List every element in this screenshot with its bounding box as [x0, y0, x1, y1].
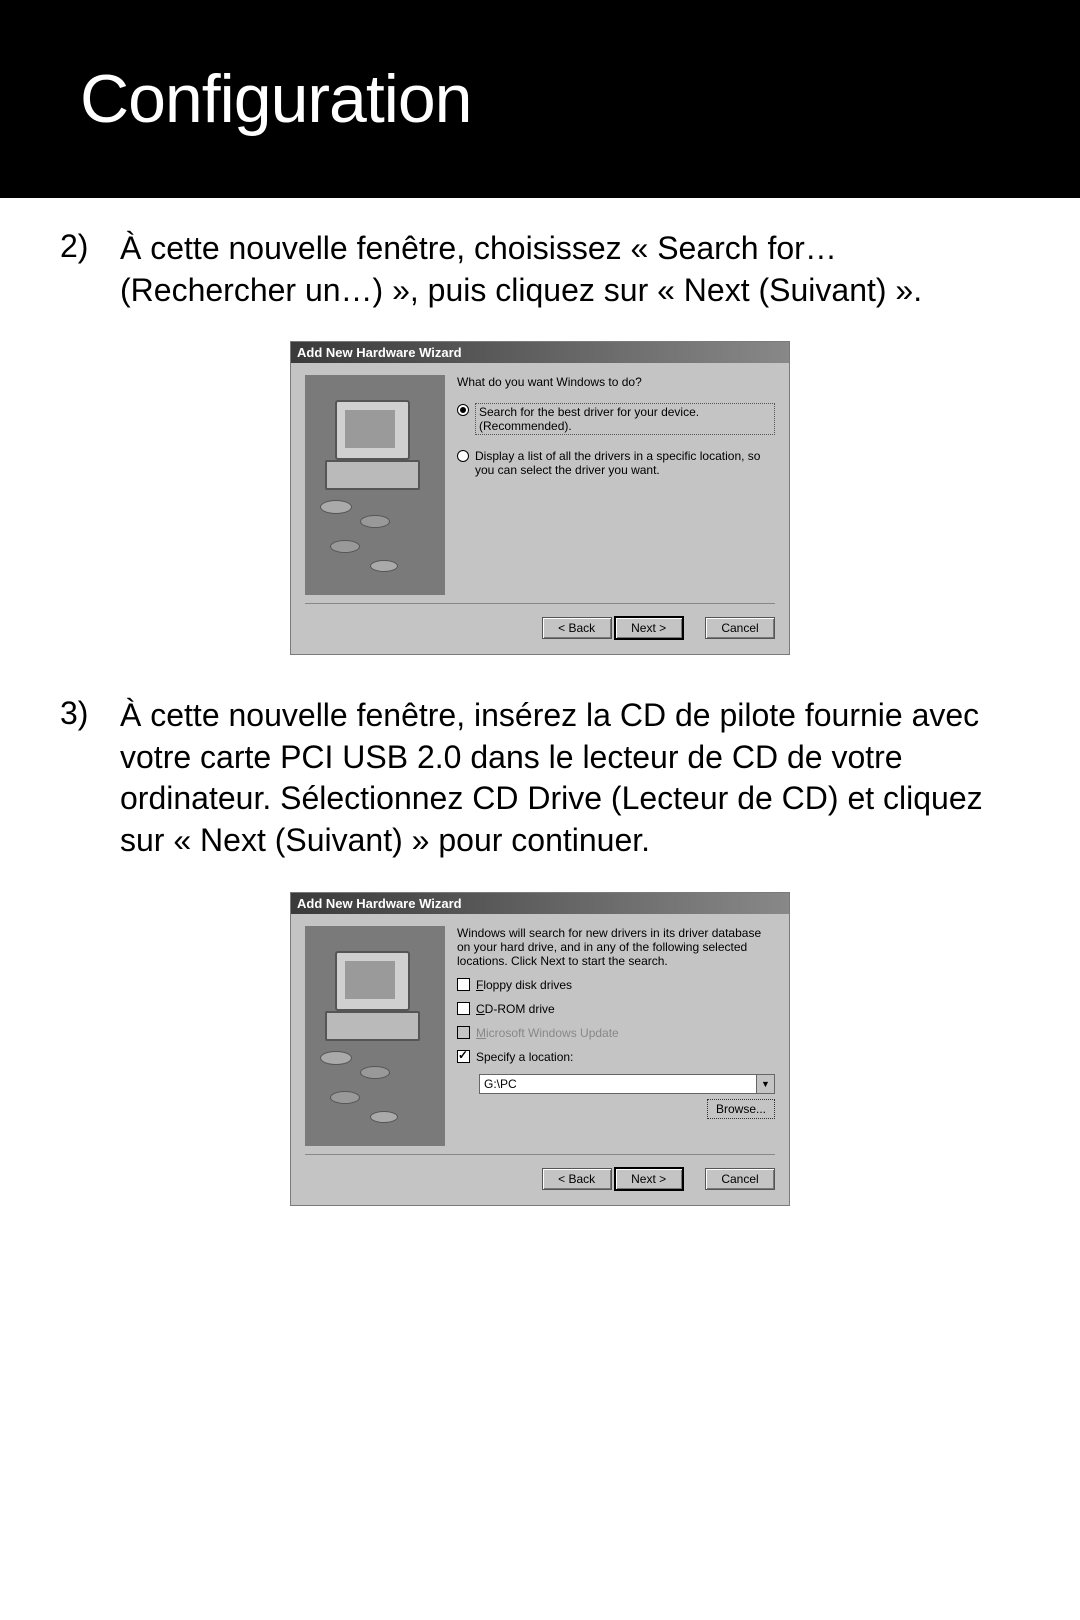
back-button[interactable]: < Back — [542, 617, 612, 639]
checkbox-icon — [457, 978, 470, 991]
checkbox-specify-location[interactable]: Specify a location: — [457, 1050, 775, 1064]
browse-button[interactable]: Browse... — [707, 1099, 775, 1119]
wizard-graphic-icon — [305, 926, 445, 1146]
step-2: 2) À cette nouvelle fenêtre, choisissez … — [60, 228, 1020, 311]
option1-label: Search for the best driver for your devi… — [475, 403, 775, 435]
step-2-text: À cette nouvelle fenêtre, choisissez « S… — [120, 228, 1020, 311]
cancel-button[interactable]: Cancel — [705, 617, 775, 639]
page-title: Configuration — [80, 60, 1080, 138]
wizard1-question: What do you want Windows to do? — [457, 375, 775, 389]
next-button[interactable]: Next > — [614, 1167, 684, 1191]
floppy-label: Floppy disk drives — [476, 978, 572, 992]
wizard-screenshot-1: Add New Hardware Wizard What do you want… — [60, 341, 1020, 655]
wizard1-titlebar: Add New Hardware Wizard — [291, 342, 789, 363]
checkbox-icon — [457, 1026, 470, 1039]
location-input[interactable]: G:\PC — [479, 1074, 757, 1094]
back-button[interactable]: < Back — [542, 1168, 612, 1190]
document-page: Configuration 2) À cette nouvelle fenêtr… — [0, 0, 1080, 1620]
checkbox-floppy[interactable]: Floppy disk drives — [457, 978, 775, 992]
step-3-text: À cette nouvelle fenêtre, insérez la CD … — [120, 695, 1020, 861]
step-3: 3) À cette nouvelle fenêtre, insérez la … — [60, 695, 1020, 861]
option2-label: Display a list of all the drivers in a s… — [475, 449, 775, 477]
wizard1-footer: < BackNext > Cancel — [291, 604, 789, 654]
wizard-screenshot-2: Add New Hardware Wizard Windows will sea… — [60, 892, 1020, 1206]
step-3-number: 3) — [60, 695, 120, 732]
wizard-graphic-icon — [305, 375, 445, 595]
page-content: 2) À cette nouvelle fenêtre, choisissez … — [0, 198, 1080, 1206]
checkbox-msupdate: Microsoft Windows Update — [457, 1026, 775, 1040]
page-header: Configuration — [0, 0, 1080, 198]
checkbox-icon — [457, 1050, 470, 1063]
dropdown-icon[interactable]: ▼ — [757, 1074, 775, 1094]
wizard2-intro: Windows will search for new drivers in i… — [457, 926, 775, 968]
option-search-best-driver[interactable]: Search for the best driver for your devi… — [457, 403, 775, 435]
cdrom-label: CD-ROM drive — [476, 1002, 555, 1016]
specify-label: Specify a location: — [476, 1050, 573, 1064]
step-2-number: 2) — [60, 228, 120, 265]
checkbox-icon — [457, 1002, 470, 1015]
next-button[interactable]: Next > — [614, 616, 684, 640]
radio-icon — [457, 404, 469, 416]
wizard2-footer: < BackNext > Cancel — [291, 1155, 789, 1205]
cancel-button[interactable]: Cancel — [705, 1168, 775, 1190]
msupdate-label: Microsoft Windows Update — [476, 1026, 619, 1040]
radio-icon — [457, 450, 469, 462]
wizard2-titlebar: Add New Hardware Wizard — [291, 893, 789, 914]
option-display-list[interactable]: Display a list of all the drivers in a s… — [457, 449, 775, 477]
checkbox-cdrom[interactable]: CD-ROM drive — [457, 1002, 775, 1016]
